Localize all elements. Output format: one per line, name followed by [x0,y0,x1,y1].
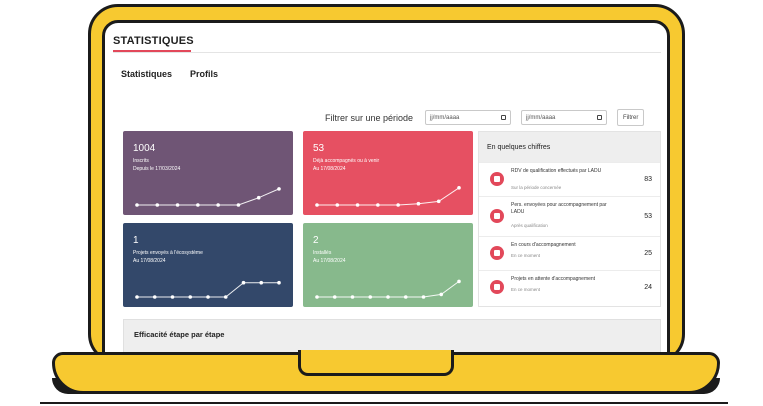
stat-card-inscrits: 1004 Inscrits Depuis le 17/03/2024 [123,131,293,215]
stat-date: Depuis le 17/03/2024 [133,166,181,172]
trend-point [135,295,139,299]
trend-point [335,203,340,207]
laptop-notch [298,350,454,376]
trend-sparkline [135,280,281,299]
clock-icon [490,280,504,294]
trend-point [155,203,160,207]
divider [113,52,661,53]
trend-point [457,186,461,190]
list-item: Pers. envoyées pour accompagnement par L… [479,196,660,236]
item-text: Pers. envoyées pour accompagnement par L… [511,202,607,215]
trend-point [223,295,228,299]
stat-card-accompagnes: 53 Déjà accompagnés ou à venir Au 17/08/… [303,131,473,215]
list-item: Projets en attente d'accompagnement En c… [479,270,660,304]
trend-point [396,203,400,207]
calendar-icon[interactable] [501,115,507,120]
trend-point [196,203,200,207]
item-value: 83 [644,176,652,183]
item-value: 25 [644,250,652,257]
stat-label: Inscrits [133,158,149,164]
panel-title: En quelques chiffres [479,132,660,162]
stat-value: 53 [313,143,325,154]
tab-statistiques[interactable]: Statistiques [121,69,172,79]
item-text: Projets en attente d'accompagnement [511,276,596,282]
trend-line [317,280,460,298]
trend-sparkline [135,187,281,207]
date-to-placeholder: jj/mm/aaaa [526,114,556,121]
stat-date: Au 17/08/2024 [133,258,166,264]
stat-card-projets-envoyes: 1 Projets envoyés à l'écosystème Au 17/0… [123,223,293,307]
efficiency-title: Efficacité étape par étape [134,330,225,339]
item-text: RDV de qualification effectués par LADU [511,168,602,174]
trend-point [216,203,220,207]
trend-point [315,203,319,207]
trend-point [403,295,408,299]
stat-value: 2 [313,235,319,246]
stat-date: Au 17/08/2024 [313,258,346,264]
stat-label: Projets envoyés à l'écosystème [133,250,203,256]
date-from-placeholder: jj/mm/aaaa [430,114,460,121]
stat-card-installes: 2 Installés Au 17/08/2024 [303,223,473,307]
app-screen: STATISTIQUES Statistiques Profils Filtre… [102,20,670,356]
tab-profils[interactable]: Profils [190,69,218,79]
page-title: STATISTIQUES [113,35,194,47]
date-from-input[interactable]: jj/mm/aaaa [425,110,512,125]
floor-line [40,402,728,404]
trend-point [436,199,441,204]
stat-value: 1004 [133,143,156,154]
item-subtext: Sur la période concernée [511,185,562,190]
trend-point [188,295,193,299]
item-value: 24 [644,284,652,291]
item-subtext: En ce moment [511,253,541,258]
list-item: RDV de qualification effectués par LADU … [479,162,660,196]
item-subtext: Après qualification [511,223,548,228]
trend-point [355,203,360,207]
item-subtext: En ce moment [511,287,541,292]
trend-point [386,295,390,299]
stat-date: Au 17/08/2024 [313,166,346,172]
trend-point [256,195,261,200]
trend-sparkline [315,186,461,207]
trend-point [236,203,241,207]
trend-line [137,282,279,298]
calendar-icon[interactable] [597,115,603,120]
filter-label: Filtrer sur une période [325,112,414,123]
stat-label: Installés [313,250,332,256]
trend-point [241,280,246,285]
trend-point [368,295,373,299]
calendar-icon [490,172,504,186]
trend-point [152,295,157,299]
stat-label: Déjà accompagnés ou à venir [313,158,380,164]
filter-button[interactable]: Filtrer [617,109,645,126]
trend-point [350,295,355,299]
trend-point [175,203,180,207]
item-text: En cours d'accompagnement [511,242,576,248]
trend-sparkline [315,279,461,299]
trend-point [439,292,444,297]
trend-point [259,280,264,285]
trend-point [135,203,139,207]
trend-point [170,295,175,299]
folder-icon [490,209,504,223]
trend-point [206,295,210,299]
period-filter: Filtrer sur une période jj/mm/aaaa jj/mm… [325,109,645,126]
date-to-input[interactable]: jj/mm/aaaa [521,110,608,125]
folder-icon [490,246,504,260]
trend-point [457,279,461,284]
trend-point [315,295,319,299]
tab-bar: Statistiques Profils [121,69,218,79]
trend-point [416,201,421,206]
item-value: 53 [644,213,652,220]
key-figures-panel: En quelques chiffres RDV de qualificatio… [478,131,661,307]
list-item: En cours d'accompagnement En ce moment 2… [479,236,660,270]
trend-point [277,280,281,285]
trend-point [421,295,426,299]
trend-point [376,203,380,207]
stat-value: 1 [133,235,139,246]
trend-point [332,295,337,299]
trend-point [277,187,281,191]
